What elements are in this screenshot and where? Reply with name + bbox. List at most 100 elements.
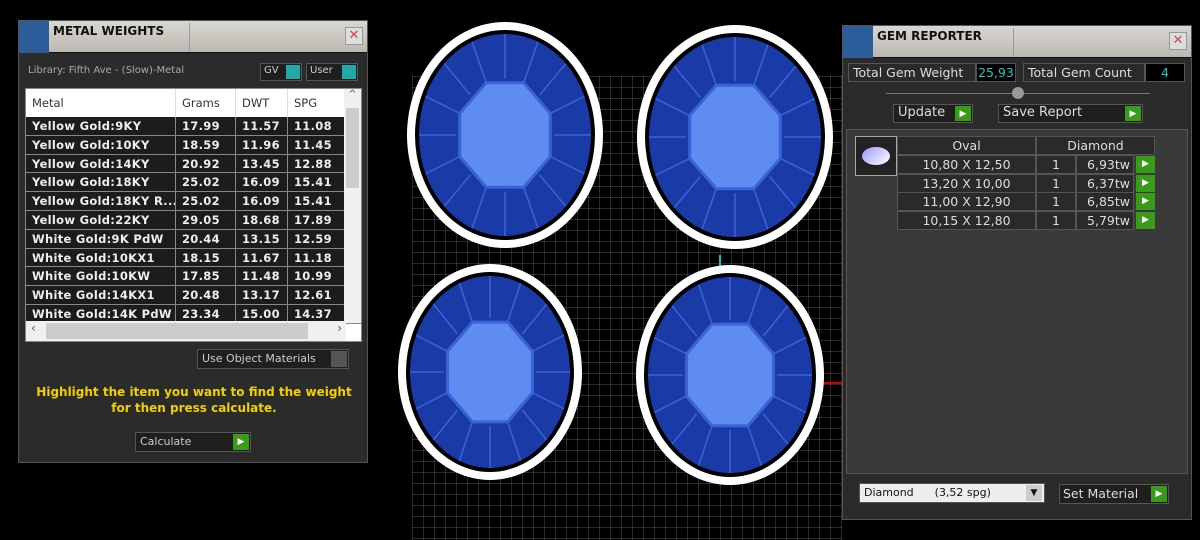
- gem-size[interactable]: 11,00 X 12,90: [897, 192, 1036, 211]
- table-cell: 29.05: [176, 210, 236, 229]
- table-row[interactable]: White Gold:10KX1 18.15 11.67 11.18: [26, 248, 361, 268]
- table-cell: 17.85: [176, 267, 236, 286]
- oval-gem-thumbnail[interactable]: [855, 136, 897, 176]
- play-icon: ▶: [1151, 486, 1167, 502]
- column-header[interactable]: Metal: [26, 89, 176, 117]
- table-cell: Yellow Gold:9KY: [26, 117, 176, 135]
- gem-qty: 1: [1036, 155, 1076, 174]
- play-icon[interactable]: ▶: [1136, 156, 1155, 173]
- table-cell: White Gold:9K PdW: [26, 229, 176, 248]
- panel-splitter[interactable]: [886, 87, 1150, 99]
- table-cell: Yellow Gold:22KY: [26, 210, 176, 229]
- set-material-button[interactable]: Set Material ▶: [1059, 484, 1169, 504]
- table-cell: 15.41: [288, 173, 348, 192]
- table-cell: 15.41: [288, 192, 348, 210]
- user-toggle[interactable]: User: [306, 63, 358, 81]
- table-cell: 11.18: [288, 248, 348, 267]
- hint-text: for then press calculate.: [111, 401, 277, 415]
- gem-size[interactable]: 10,15 X 12,80: [897, 210, 1036, 230]
- metal-weights-panel: METAL WEIGHTS ✕ Library: Fifth Ave - (Sl…: [18, 20, 368, 463]
- table-cell: 12.88: [288, 154, 348, 173]
- material-select[interactable]: Diamond (3,52 spg) ▼: [859, 483, 1045, 503]
- table-cell: 10.99: [288, 267, 348, 286]
- close-icon[interactable]: ✕: [1169, 32, 1187, 50]
- play-icon[interactable]: ▶: [1136, 174, 1155, 192]
- gem-reporter-panel: GEM REPORTER ✕ Total Gem Weight 25,93 To…: [842, 25, 1192, 520]
- table-cell: 13.45: [236, 154, 288, 173]
- table-row[interactable]: White Gold:10KW 17.85 11.48 10.99: [26, 267, 361, 287]
- gem-weight: 6,85tw: [1076, 192, 1134, 211]
- table-row[interactable]: Yellow Gold:22KY 29.05 18.68 17.89: [26, 210, 361, 230]
- play-icon[interactable]: ▶: [1136, 211, 1155, 229]
- calculate-button[interactable]: Calculate ▶: [135, 432, 251, 452]
- table-row[interactable]: Yellow Gold:18KY R... 25.02 16.09 15.41: [26, 192, 361, 211]
- table-cell: White Gold:10KW: [26, 267, 176, 286]
- table-cell: 25.02: [176, 192, 236, 210]
- table-cell: 20.92: [176, 154, 236, 173]
- play-icon: ▶: [1125, 106, 1141, 121]
- oval-gem[interactable]: [636, 265, 824, 485]
- gv-toggle[interactable]: GV: [260, 63, 302, 81]
- column-header[interactable]: SPG: [288, 89, 348, 117]
- table-row[interactable]: White Gold:9K PdW 20.44 13.15 12.59: [26, 229, 361, 249]
- gem-size[interactable]: 10,80 X 12,50: [897, 155, 1036, 174]
- gem-size[interactable]: 13,20 X 10,00: [897, 173, 1036, 193]
- hint-text: Highlight the item you want to find the …: [36, 385, 352, 399]
- viewport-3d[interactable]: [380, 0, 850, 540]
- close-icon[interactable]: ✕: [345, 27, 363, 45]
- gem-qty: 1: [1036, 192, 1076, 211]
- table-row[interactable]: Yellow Gold:10KY 18.59 11.96 11.45: [26, 135, 361, 155]
- table-cell: 17.89: [288, 210, 348, 229]
- gem-weight: 5,79tw: [1076, 210, 1134, 230]
- table-cell: Yellow Gold:18KY: [26, 173, 176, 192]
- oval-gem[interactable]: [407, 22, 603, 248]
- table-cell: 13.17: [236, 286, 288, 304]
- gem-reporter-titlebar[interactable]: GEM REPORTER ✕: [843, 26, 1191, 58]
- column-header[interactable]: DWT: [236, 89, 288, 117]
- table-cell: 17.99: [176, 117, 236, 135]
- vertical-scrollbar[interactable]: ^: [344, 89, 361, 323]
- table-row[interactable]: Yellow Gold:14KY 20.92 13.45 12.88: [26, 154, 361, 174]
- panel-title: GEM REPORTER: [877, 29, 982, 43]
- table-cell: 11.96: [236, 135, 288, 154]
- save-report-button[interactable]: Save Report ▶: [998, 104, 1143, 123]
- library-label: Library: Fifth Ave - (Slow)-Metal: [28, 65, 185, 76]
- table-cell: Yellow Gold:10KY: [26, 135, 176, 154]
- table-row[interactable]: Yellow Gold:18KY 25.02 16.09 15.41: [26, 173, 361, 193]
- total-count-label: Total Gem Count: [1023, 63, 1145, 82]
- total-count-value: 4: [1145, 63, 1185, 82]
- update-button[interactable]: Update ▶: [893, 104, 973, 123]
- table-cell: 25.02: [176, 173, 236, 192]
- table-cell: 18.68: [236, 210, 288, 229]
- panel-title: METAL WEIGHTS: [53, 24, 165, 38]
- play-icon[interactable]: ▶: [1136, 193, 1155, 210]
- table-row[interactable]: Yellow Gold:9KY 17.99 11.57 11.08: [26, 117, 361, 136]
- table-cell: 11.45: [288, 135, 348, 154]
- gem-weight: 6,93tw: [1076, 155, 1134, 174]
- table-cell: 11.08: [288, 117, 348, 135]
- gem-weight: 6,37tw: [1076, 173, 1134, 193]
- play-icon: ▶: [233, 434, 249, 450]
- gem-qty: 1: [1036, 210, 1076, 230]
- scale-icon: [19, 21, 49, 53]
- material-header: Diamond: [1036, 136, 1155, 155]
- table-cell: 20.48: [176, 286, 236, 304]
- use-object-materials-toggle[interactable]: Use Object Materials: [197, 349, 349, 369]
- table-cell: 20.44: [176, 229, 236, 248]
- table-cell: 18.15: [176, 248, 236, 267]
- table-row[interactable]: White Gold:14KX1 20.48 13.17 12.61: [26, 286, 361, 305]
- metal-weights-titlebar[interactable]: METAL WEIGHTS ✕: [19, 21, 367, 53]
- table-cell: 12.59: [288, 229, 348, 248]
- total-weight-label: Total Gem Weight: [848, 63, 976, 82]
- table-cell: 16.09: [236, 192, 288, 210]
- table-cell: 11.57: [236, 117, 288, 135]
- horizontal-scrollbar[interactable]: ‹ ›: [26, 321, 346, 341]
- oval-gem[interactable]: [398, 264, 582, 480]
- oval-gem[interactable]: [637, 25, 833, 249]
- gem-report-icon: [843, 26, 873, 58]
- table-cell: 16.09: [236, 173, 288, 192]
- total-weight-value: 25,93: [976, 63, 1016, 82]
- shape-header: Oval: [897, 136, 1036, 155]
- play-icon: ▶: [955, 106, 971, 121]
- column-header[interactable]: Grams: [176, 89, 236, 117]
